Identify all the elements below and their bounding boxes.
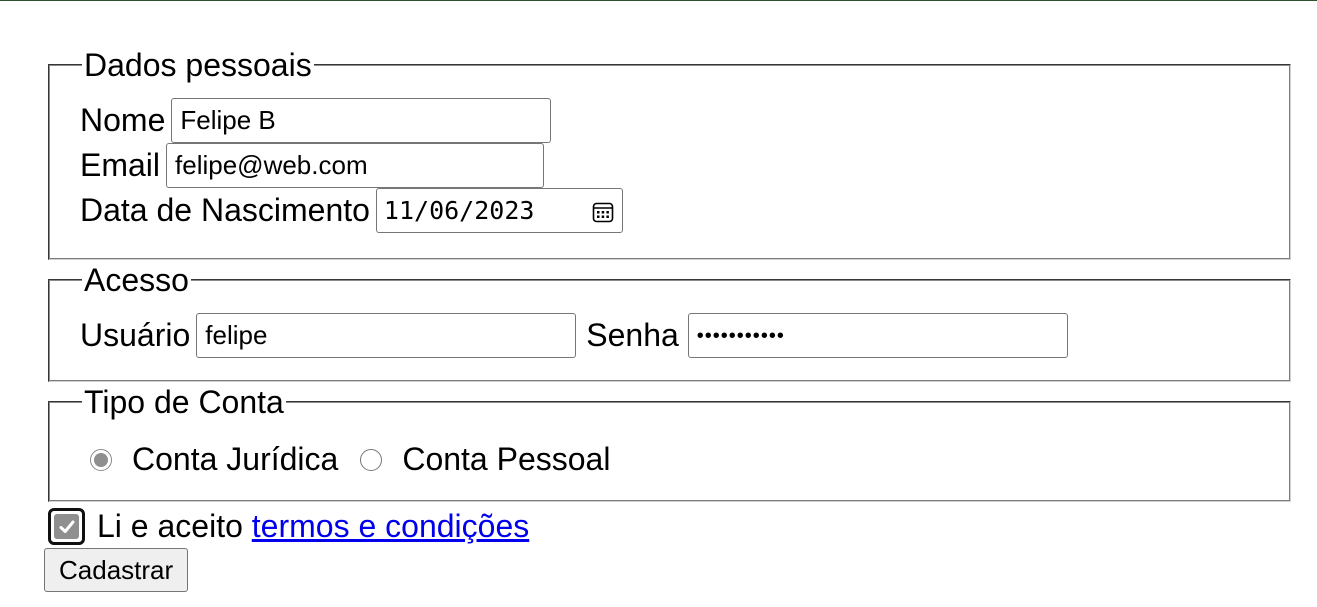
personal-data-fieldset: Dados pessoais Nome Felipe B Email felip… (48, 46, 1291, 260)
radio-selected-dot (94, 452, 108, 467)
birth-row: Data de Nascimento 11/06/2023 (80, 188, 623, 233)
email-row: Email felipe@web.com (80, 143, 545, 188)
radio-conta-juridica-label[interactable]: Conta Jurídica (132, 441, 338, 478)
terms-link[interactable]: termos e condições (252, 508, 529, 544)
account-type-fieldset: Tipo de Conta Conta Jurídica Conta Pesso… (48, 383, 1291, 502)
checkmark-icon (54, 514, 79, 539)
radio-conta-pessoal[interactable] (360, 448, 383, 471)
access-legend: Acesso (82, 261, 191, 299)
email-input[interactable]: felipe@web.com (166, 143, 545, 188)
birth-date-input[interactable]: 11/06/2023 (375, 188, 623, 233)
terms-checkbox[interactable] (48, 508, 85, 545)
calendar-icon[interactable] (592, 200, 614, 222)
top-border (0, 0, 1317, 1)
access-fieldset: Acesso Usuário felipe Senha ••••••••••• (48, 261, 1291, 382)
cadastrar-button[interactable]: Cadastrar (44, 548, 189, 592)
name-input[interactable]: Felipe B (171, 98, 552, 143)
password-mask: ••••••••••• (696, 324, 785, 347)
birth-label: Data de Nascimento (80, 192, 370, 228)
account-type-row: Conta Jurídica Conta Pessoal (90, 441, 610, 478)
user-label: Usuário (80, 317, 191, 353)
birth-date-value: 11/06/2023 (383, 196, 535, 225)
radio-conta-pessoal-label[interactable]: Conta Pessoal (402, 441, 610, 478)
password-input[interactable]: ••••••••••• (687, 313, 1068, 358)
user-input[interactable]: felipe (196, 313, 577, 358)
name-input-value: Felipe B (180, 105, 276, 135)
terms-text: Li e aceito termos e condições (97, 507, 529, 545)
access-row: Usuário felipe Senha ••••••••••• (80, 313, 1068, 358)
email-label: Email (80, 147, 161, 183)
user-input-value: felipe (205, 320, 268, 350)
password-label: Senha (586, 317, 679, 353)
radio-conta-juridica[interactable] (90, 448, 112, 471)
terms-prefix: Li e aceito (97, 508, 243, 544)
personal-data-legend: Dados pessoais (82, 46, 314, 84)
name-label: Nome (80, 102, 166, 138)
account-type-legend: Tipo de Conta (82, 383, 286, 421)
email-input-value: felipe@web.com (175, 150, 368, 180)
name-row: Nome Felipe B (80, 98, 552, 143)
